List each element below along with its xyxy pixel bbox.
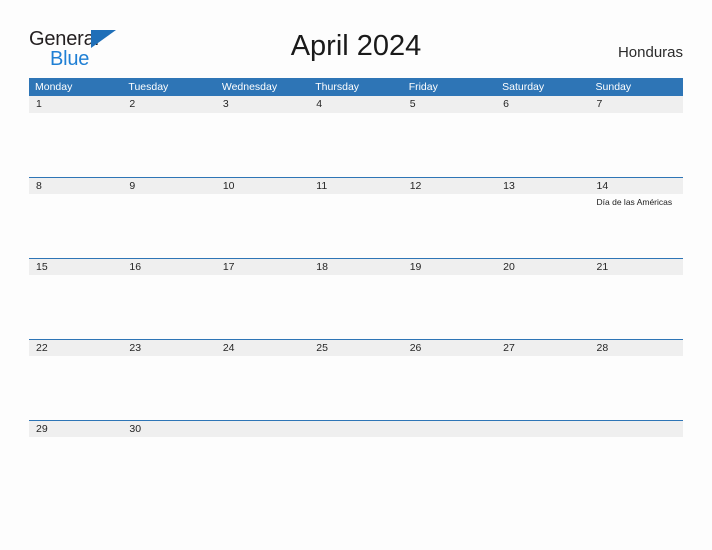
day-cell-8[interactable]: 8 — [29, 178, 122, 194]
weekday-header-row: Monday Tuesday Wednesday Thursday Friday Satu… — [29, 78, 683, 96]
day-cell-1[interactable]: 1 — [29, 96, 122, 113]
day-number-band: 1234567 — [29, 96, 683, 113]
calendar-week-row: 1234567 — [29, 96, 683, 177]
day-event-empty — [29, 356, 122, 420]
day-cell-empty — [309, 421, 402, 437]
day-event-empty — [216, 194, 309, 258]
day-cell-empty — [496, 421, 589, 437]
day-cell-22[interactable]: 22 — [29, 340, 122, 356]
day-cell-empty — [403, 421, 496, 437]
day-event-empty — [590, 356, 683, 420]
weekday-header-sunday: Sunday — [595, 81, 632, 93]
day-cell-4[interactable]: 4 — [309, 96, 402, 113]
day-cell-3[interactable]: 3 — [216, 96, 309, 113]
weekday-header-saturday: Saturday — [502, 81, 545, 93]
calendar-week-row: 15 16 17 18 19 20 21 — [29, 258, 683, 339]
day-event-empty — [309, 194, 402, 258]
day-event-empty — [403, 194, 496, 258]
day-event-empty — [216, 356, 309, 420]
weekday-header-wednesday: Wednesday — [221, 81, 278, 93]
event-label: Día de las Américas — [596, 197, 673, 207]
day-cell-6[interactable]: 6 — [496, 96, 589, 113]
day-number-band: 29 30 — [29, 420, 683, 437]
day-cell-14[interactable]: 14 — [590, 178, 683, 194]
day-event-empty — [590, 275, 683, 339]
day-event-empty — [496, 194, 589, 258]
weekday-header-thursday: Thursday — [315, 81, 360, 93]
day-event-empty — [122, 194, 215, 258]
day-event-band — [29, 356, 683, 420]
day-cell-27[interactable]: 27 — [496, 340, 589, 356]
day-cell-17[interactable]: 17 — [216, 259, 309, 275]
weekday-header-friday: Friday — [408, 81, 438, 93]
day-event-empty — [403, 437, 496, 501]
day-event-empty — [309, 113, 402, 177]
day-cell-11[interactable]: 11 — [309, 178, 402, 194]
day-event-empty — [403, 356, 496, 420]
day-cell-13[interactable]: 13 — [496, 178, 589, 194]
calendar-week-row: 8 9 10 11 12 13 14 Día de las Américas — [29, 177, 683, 258]
day-event-empty — [122, 437, 215, 501]
day-event-empty — [590, 437, 683, 501]
day-cell-18[interactable]: 18 — [309, 259, 402, 275]
day-event-empty — [403, 275, 496, 339]
day-cell-24[interactable]: 24 — [216, 340, 309, 356]
day-cell-10[interactable]: 10 — [216, 178, 309, 194]
day-event-14[interactable]: Día de las Américas — [590, 194, 683, 258]
day-cell-2[interactable]: 2 — [122, 96, 215, 113]
day-event-empty — [29, 437, 122, 501]
page-header: General Blue April 2024 Honduras — [0, 0, 712, 78]
day-event-empty — [496, 113, 589, 177]
day-cell-16[interactable]: 16 — [122, 259, 215, 275]
day-cell-23[interactable]: 23 — [122, 340, 215, 356]
day-number-band: 22 23 24 25 26 27 28 — [29, 339, 683, 356]
day-cell-7[interactable]: 7 — [590, 96, 683, 113]
day-cell-9[interactable]: 9 — [122, 178, 215, 194]
day-event-empty — [216, 113, 309, 177]
day-cell-30[interactable]: 30 — [122, 421, 215, 437]
day-event-empty — [309, 356, 402, 420]
day-event-band: Día de las Américas — [29, 194, 683, 258]
day-event-empty — [496, 275, 589, 339]
day-event-empty — [122, 113, 215, 177]
day-event-band — [29, 275, 683, 339]
day-event-empty — [216, 437, 309, 501]
day-event-empty — [122, 275, 215, 339]
day-cell-26[interactable]: 26 — [403, 340, 496, 356]
day-event-empty — [590, 113, 683, 177]
day-event-empty — [309, 437, 402, 501]
day-event-empty — [122, 356, 215, 420]
day-number-band: 8 9 10 11 12 13 14 — [29, 177, 683, 194]
day-cell-5[interactable]: 5 — [403, 96, 496, 113]
day-cell-20[interactable]: 20 — [496, 259, 589, 275]
day-cell-empty — [216, 421, 309, 437]
calendar-week-row: 22 23 24 25 26 27 28 — [29, 339, 683, 420]
day-event-empty — [309, 275, 402, 339]
day-cell-25[interactable]: 25 — [309, 340, 402, 356]
day-cell-19[interactable]: 19 — [403, 259, 496, 275]
day-event-empty — [216, 275, 309, 339]
country-label: Honduras — [617, 44, 683, 61]
calendar-week-row: 29 30 — [29, 420, 683, 501]
day-cell-15[interactable]: 15 — [29, 259, 122, 275]
weekday-header-monday: Monday — [35, 81, 73, 93]
day-cell-empty — [590, 421, 683, 437]
day-event-empty — [29, 194, 122, 258]
day-cell-21[interactable]: 21 — [590, 259, 683, 275]
weekday-header-tuesday: Tuesday — [128, 81, 169, 93]
day-event-empty — [29, 113, 122, 177]
day-event-band — [29, 113, 683, 177]
day-cell-28[interactable]: 28 — [590, 340, 683, 356]
day-event-empty — [403, 113, 496, 177]
day-event-empty — [496, 437, 589, 501]
page-title: April 2024 — [290, 30, 422, 62]
day-event-band — [29, 437, 683, 501]
calendar-grid: Monday Tuesday Wednesday Thursday Friday Satu… — [29, 78, 683, 501]
day-number-band: 15 16 17 18 19 20 21 — [29, 258, 683, 275]
day-cell-12[interactable]: 12 — [403, 178, 496, 194]
day-event-empty — [496, 356, 589, 420]
day-event-empty — [29, 275, 122, 339]
day-cell-29[interactable]: 29 — [29, 421, 122, 437]
